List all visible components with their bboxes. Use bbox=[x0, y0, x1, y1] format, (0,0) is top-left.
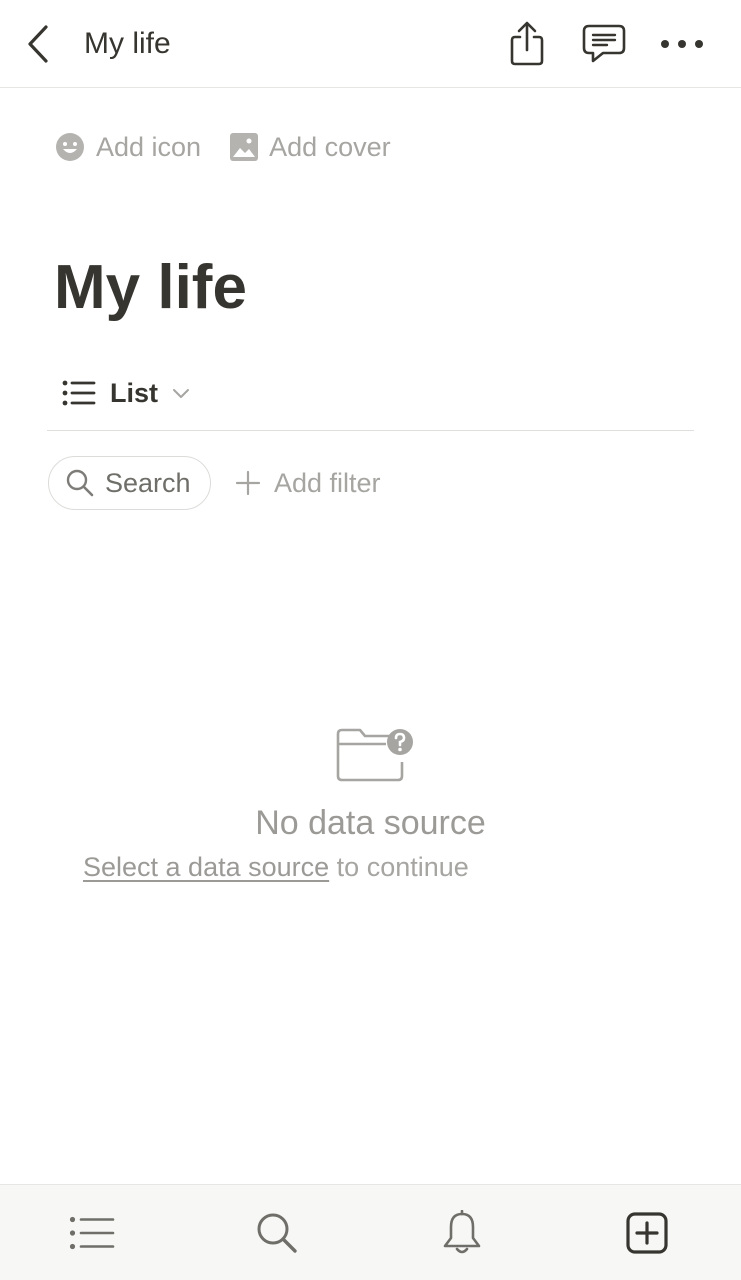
share-icon bbox=[510, 21, 544, 66]
new-page-icon bbox=[626, 1212, 668, 1254]
image-icon bbox=[230, 133, 259, 161]
page-meta-actions: Add icon Add cover bbox=[54, 128, 391, 166]
folder-question-icon bbox=[336, 728, 413, 782]
add-filter-label: Add filter bbox=[274, 467, 381, 498]
add-cover-label: Add cover bbox=[269, 131, 391, 162]
nav-notifications-button[interactable] bbox=[434, 1207, 490, 1259]
select-data-source-link[interactable]: Select a data source bbox=[83, 852, 329, 882]
add-cover-button[interactable]: Add cover bbox=[229, 132, 391, 163]
chevron-left-icon bbox=[28, 25, 48, 63]
empty-state-suffix: to continue bbox=[336, 852, 469, 882]
bottom-navigation bbox=[0, 1184, 741, 1280]
more-horizontal-icon bbox=[661, 40, 703, 48]
list-icon bbox=[62, 380, 96, 406]
comment-icon bbox=[582, 24, 626, 63]
plus-icon bbox=[235, 470, 261, 496]
nav-sidebar-button[interactable] bbox=[64, 1207, 120, 1259]
empty-state: No data source bbox=[0, 724, 741, 844]
page-title[interactable]: My life bbox=[54, 250, 247, 326]
search-button[interactable]: Search bbox=[48, 456, 211, 510]
smiley-icon bbox=[56, 133, 84, 161]
list-icon bbox=[69, 1216, 115, 1250]
search-label: Search bbox=[105, 467, 191, 498]
nav-search-button[interactable] bbox=[249, 1207, 305, 1259]
top-bar: My life bbox=[0, 0, 741, 88]
view-divider bbox=[47, 430, 694, 431]
back-button[interactable] bbox=[14, 18, 62, 70]
bell-icon bbox=[443, 1210, 481, 1254]
empty-state-title: No data source bbox=[255, 804, 486, 842]
add-icon-button[interactable]: Add icon bbox=[54, 131, 201, 163]
add-icon-label: Add icon bbox=[96, 131, 202, 162]
empty-state-subtitle: Select a data source to continue bbox=[83, 850, 469, 884]
view-label: List bbox=[110, 377, 159, 408]
add-filter-button[interactable]: Add filter bbox=[234, 462, 381, 504]
nav-new-page-button[interactable] bbox=[619, 1207, 675, 1259]
search-icon bbox=[257, 1213, 297, 1253]
view-selector[interactable]: List bbox=[62, 372, 190, 414]
share-button[interactable] bbox=[501, 18, 553, 70]
chevron-down-icon bbox=[173, 389, 190, 398]
comment-button[interactable] bbox=[578, 18, 630, 70]
header-title: My life bbox=[84, 27, 171, 60]
more-button[interactable] bbox=[656, 18, 708, 70]
search-icon bbox=[66, 469, 94, 497]
